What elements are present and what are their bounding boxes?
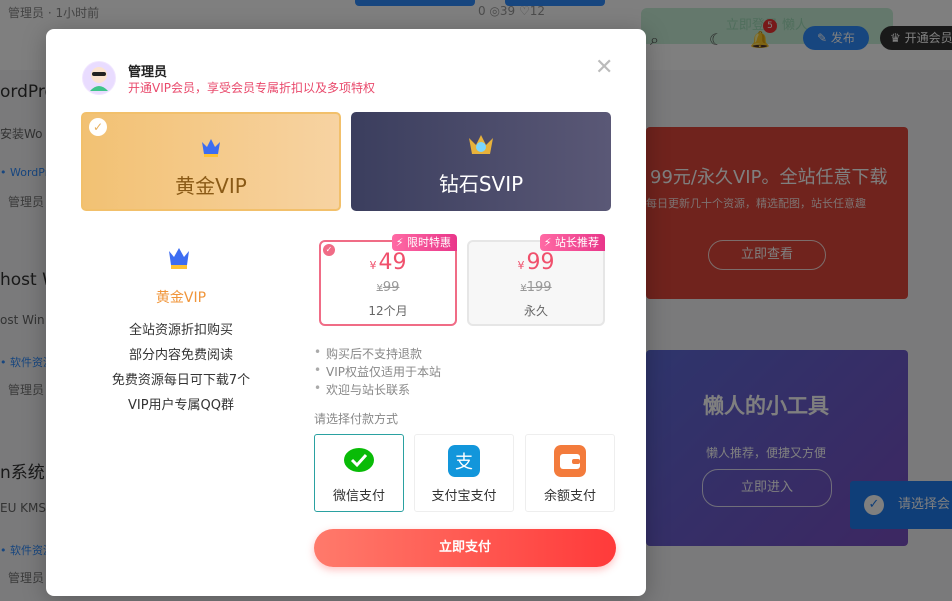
currency-symbol: ¥: [517, 259, 525, 272]
price-option-12-months[interactable]: ✓ ⚡ 限时特惠 ¥49 ¥99 12个月: [319, 234, 457, 326]
price-current: ¥49: [321, 250, 455, 275]
tab-diamond-svip[interactable]: 钻石SVIP: [351, 112, 611, 211]
tab-label: 黄金VIP: [175, 174, 247, 198]
price-option-permanent[interactable]: ⚡ 站长推荐 ¥99 ¥199 永久: [467, 234, 605, 326]
crown-icon: [202, 139, 220, 157]
price-term: 12个月: [368, 304, 408, 318]
perk-item: VIP用户专属QQ群: [127, 398, 235, 413]
svg-text:支: 支: [455, 452, 473, 473]
pay-alipay[interactable]: 支 支付宝支付: [414, 434, 514, 512]
pay-method-name: 余额支付: [543, 489, 596, 504]
price-original: ¥99: [321, 280, 455, 295]
payment-method-label: 请选择付款方式: [314, 412, 399, 426]
price-value: 49: [378, 250, 407, 275]
tab-gold-vip[interactable]: ✓ 黄金VIP: [81, 112, 341, 211]
pay-method-name: 支付宝支付: [431, 489, 497, 504]
pay-wechat[interactable]: 微信支付: [314, 434, 404, 512]
price-current: ¥99: [469, 250, 603, 275]
wechat-pay-icon: [344, 448, 374, 472]
tab-label: 钻石SVIP: [438, 172, 524, 196]
badge-text: 限时特惠: [407, 236, 451, 249]
check-icon: ✓: [89, 118, 107, 136]
perk-item: 全站资源折扣购买: [128, 323, 233, 338]
original-value: 99: [382, 280, 400, 295]
alipay-icon: 支: [448, 445, 480, 477]
price-value: 99: [526, 250, 555, 275]
diamond-crown-icon: [469, 135, 493, 154]
pay-method-name: 微信支付: [332, 489, 385, 504]
wallet-icon: [554, 445, 586, 477]
vip-slogan: 开通VIP会员，享受会员专属折扣以及多项特权: [128, 81, 375, 95]
purchase-note: 购买后不支持退款: [314, 345, 422, 362]
price-original: ¥199: [469, 280, 603, 295]
user-name: 管理员: [128, 65, 168, 80]
badge-text: 站长推荐: [555, 236, 599, 249]
pay-now-button[interactable]: 立即支付: [314, 529, 616, 567]
pay-balance[interactable]: 余额支付: [525, 434, 615, 512]
gold-vip-emblem-icon: [169, 248, 189, 269]
price-badge: ⚡ 限时特惠: [391, 234, 457, 251]
price-term: 永久: [523, 304, 548, 318]
original-value: 199: [526, 280, 552, 295]
price-badge: ⚡ 站长推荐: [539, 234, 605, 251]
perk-item: 部分内容免费阅读: [128, 348, 233, 363]
avatar: [82, 61, 116, 95]
close-icon[interactable]: ✕: [595, 57, 613, 79]
vip-level-name: 黄金VIP: [155, 290, 207, 306]
purchase-note: 欢迎与站长联系: [314, 381, 410, 398]
vip-purchase-modal: ✕ 管理员 开通VIP会员，享受会员专属折扣以及多项特权 ✓ 黄金VIP 钻石S…: [46, 29, 646, 596]
perk-item: 免费资源每日可下载7个: [111, 373, 251, 388]
currency-symbol: ¥: [369, 259, 377, 272]
purchase-note: VIP权益仅适用于本站: [314, 363, 441, 380]
